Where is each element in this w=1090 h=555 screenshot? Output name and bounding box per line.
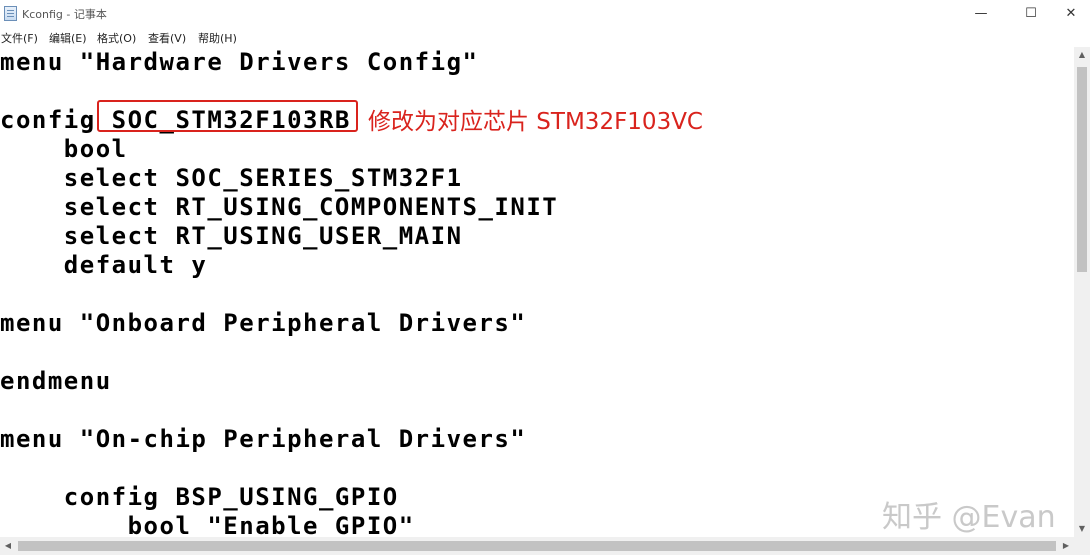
- text-line: endmenu: [0, 367, 112, 395]
- menu-bar: 文件(F) 编辑(E) 格式(O) 查看(V) 帮助(H): [0, 27, 1090, 48]
- text-line: config BSP_USING_GPIO: [0, 483, 399, 511]
- highlight-box: [97, 100, 358, 132]
- horizontal-scroll-thumb[interactable]: [18, 541, 1056, 551]
- window-title: Kconfig - 记事本: [22, 8, 107, 21]
- title-bar: Kconfig - 记事本 — ☐ ✕: [0, 0, 1090, 27]
- scrollbar-corner: [1074, 537, 1090, 555]
- text-line: menu "Hardware Drivers Config": [0, 48, 479, 76]
- minimize-button[interactable]: —: [958, 0, 1004, 27]
- watermark: 知乎 @Evan: [882, 500, 1056, 535]
- notepad-icon: [4, 6, 17, 21]
- text-line: select RT_USING_COMPONENTS_INIT: [0, 193, 559, 221]
- scroll-up-icon[interactable]: ▲: [1074, 47, 1090, 63]
- text-editor[interactable]: menu "Hardware Drivers Config" config SO…: [0, 47, 1074, 537]
- menu-format[interactable]: 格式(O): [97, 30, 136, 46]
- menu-edit[interactable]: 编辑(E): [49, 30, 87, 46]
- annotation-text: 修改为对应芯片 STM32F103VC: [368, 109, 703, 135]
- horizontal-scrollbar[interactable]: ◀ ▶: [0, 537, 1074, 555]
- vertical-scrollbar[interactable]: ▲ ▼: [1074, 47, 1090, 537]
- text-line: bool: [0, 135, 128, 163]
- text-line: menu "On-chip Peripheral Drivers": [0, 425, 527, 453]
- scroll-down-icon[interactable]: ▼: [1074, 521, 1090, 537]
- text-line: bool "Enable GPIO": [0, 512, 415, 537]
- scroll-left-icon[interactable]: ◀: [0, 537, 16, 555]
- menu-file[interactable]: 文件(F): [1, 30, 38, 46]
- close-button[interactable]: ✕: [1048, 0, 1090, 27]
- vertical-scroll-thumb[interactable]: [1077, 67, 1087, 272]
- text-line: menu "Onboard Peripheral Drivers": [0, 309, 527, 337]
- text-line: select RT_USING_USER_MAIN: [0, 222, 463, 250]
- menu-view[interactable]: 查看(V): [148, 30, 186, 46]
- text-line: default y: [0, 251, 208, 279]
- text-line: select SOC_SERIES_STM32F1: [0, 164, 463, 192]
- menu-help[interactable]: 帮助(H): [198, 30, 237, 46]
- scroll-right-icon[interactable]: ▶: [1058, 537, 1074, 555]
